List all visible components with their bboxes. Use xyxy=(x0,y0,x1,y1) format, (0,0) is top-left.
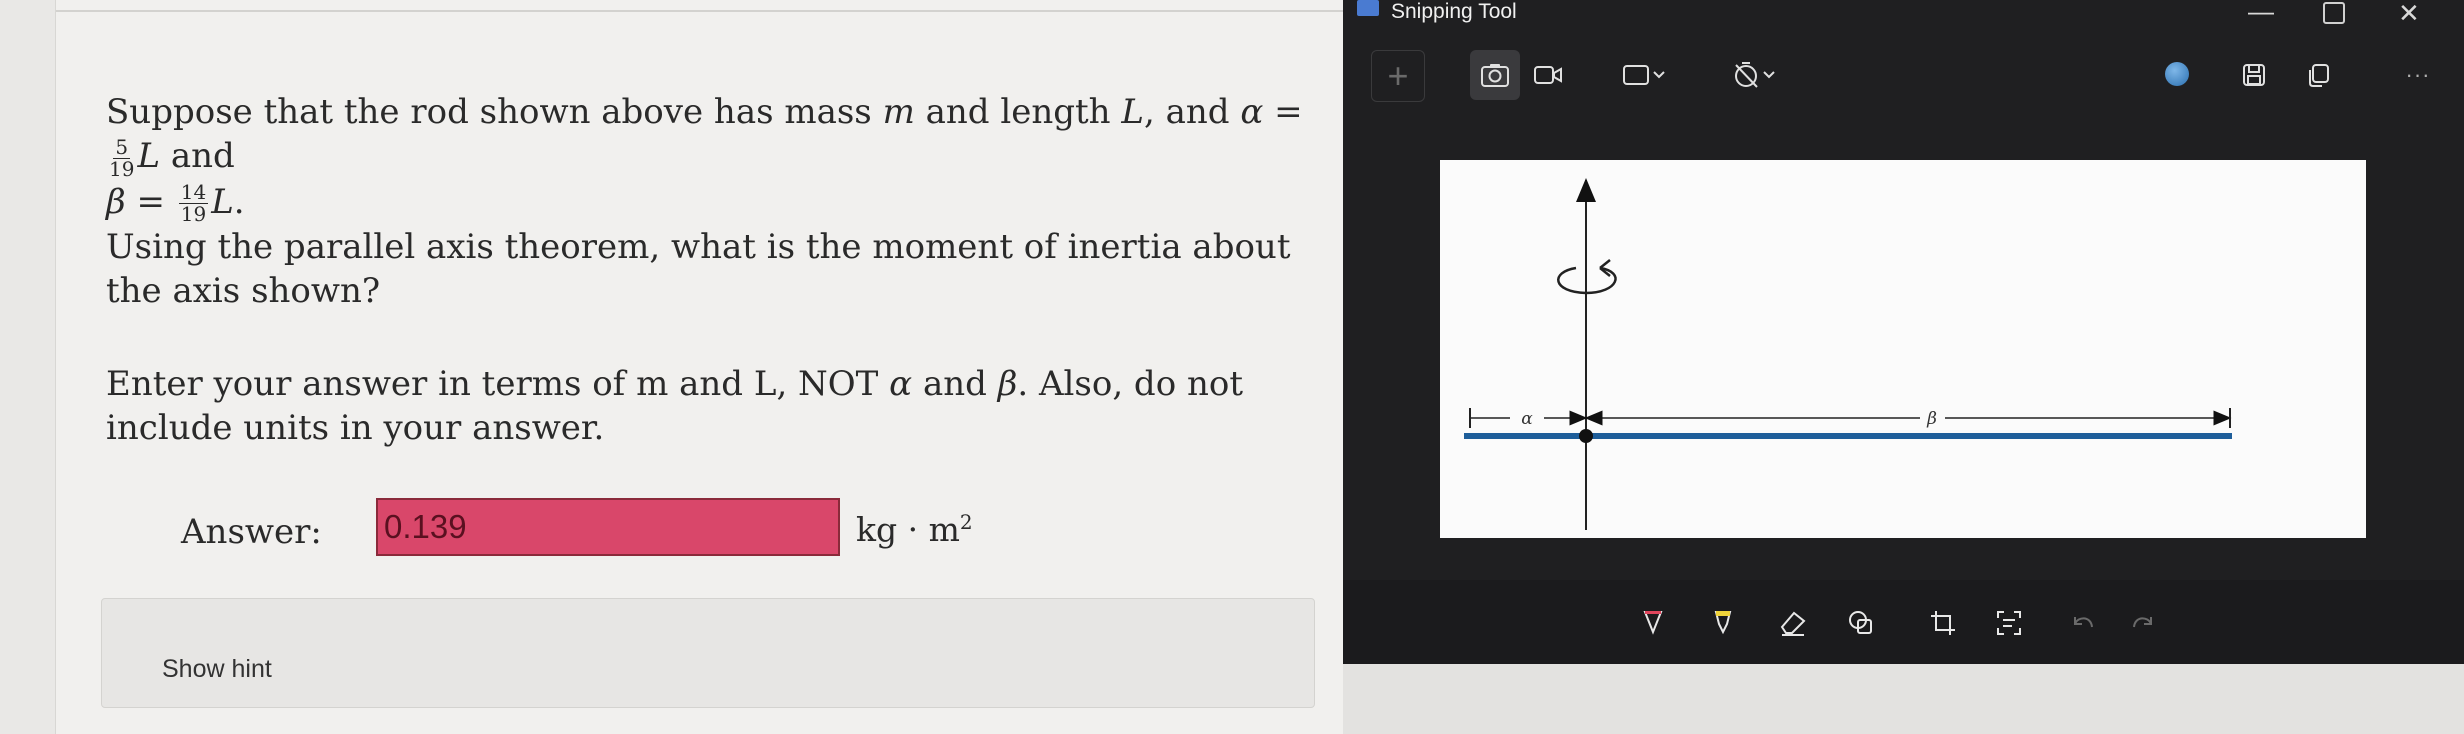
beta-fraction: 14 19 xyxy=(178,180,209,226)
text-actions-icon xyxy=(1997,611,2021,635)
unit-exponent: 2 xyxy=(959,510,973,534)
rod-diagram: α β xyxy=(1464,178,2232,530)
answer-label: Answer: xyxy=(181,512,322,552)
background-strip xyxy=(1343,664,2464,734)
ballpoint-pen-button[interactable] xyxy=(1633,603,1673,643)
fraction-numerator: 14 xyxy=(178,180,209,204)
math-equals: = xyxy=(1263,92,1303,132)
eraser-button[interactable] xyxy=(1773,603,1813,643)
math-L: L xyxy=(1121,92,1144,132)
question-text: Suppose that the rod shown above has mas… xyxy=(106,92,883,132)
math-beta: β xyxy=(106,181,126,222)
unit-text: kg · m xyxy=(856,510,960,549)
save-button[interactable] xyxy=(2229,50,2279,100)
more-options-button[interactable]: ··· xyxy=(2388,50,2448,100)
alpha-label: α xyxy=(1521,409,1533,429)
snipping-tool-window: Snipping Tool — ✕ + ··· α β xyxy=(1343,0,2464,664)
question-paragraph-2: Using the parallel axis theorem, what is… xyxy=(106,227,1291,311)
eraser-icon xyxy=(1780,611,1806,636)
crop-button[interactable] xyxy=(1923,603,1963,643)
redo-button[interactable] xyxy=(2123,603,2163,643)
quiz-panel: Suppose that the rod shown above has mas… xyxy=(55,0,1346,734)
question-text: Enter your answer in terms of m and L, N… xyxy=(106,364,890,404)
screenshot-mode-button[interactable] xyxy=(1470,50,1520,100)
show-hint-button[interactable]: Show hint xyxy=(162,655,272,684)
answer-input[interactable] xyxy=(376,498,840,556)
maximize-button[interactable] xyxy=(2323,2,2345,24)
fraction-denominator: 19 xyxy=(180,202,207,226)
unit-label: kg · m2 xyxy=(856,510,973,549)
alpha-fraction: 5 19 xyxy=(109,134,135,181)
question-text: and xyxy=(912,364,998,404)
math-beta: β xyxy=(997,364,1018,404)
record-mode-button[interactable] xyxy=(1523,50,1573,100)
text-actions-button[interactable] xyxy=(1989,603,2029,643)
question-paragraph-1: Suppose that the rod shown above has mas… xyxy=(106,90,1326,225)
snip-canvas-frame: α β xyxy=(1440,160,2366,538)
shapes-button[interactable] xyxy=(1841,603,1881,643)
snipping-tool-app-icon xyxy=(1357,0,1379,16)
hint-box: Show hint xyxy=(101,598,1315,708)
beta-label: β xyxy=(1926,409,1937,429)
question-paragraph-3: Enter your answer in terms of m and L, N… xyxy=(106,362,1346,450)
math-m: m xyxy=(882,92,915,132)
fraction-denominator: 19 xyxy=(109,156,135,181)
math-equals: = xyxy=(125,181,176,222)
highlighter-button[interactable] xyxy=(1703,603,1743,643)
close-button[interactable]: ✕ xyxy=(2398,0,2420,29)
markup-toolbar xyxy=(1343,580,2464,664)
math-L: L xyxy=(211,181,234,222)
question-text: , and xyxy=(1143,92,1241,132)
pivot-point xyxy=(1579,429,1593,443)
window-title: Snipping Tool xyxy=(1391,0,1517,23)
globe-icon[interactable] xyxy=(2165,62,2189,86)
divider xyxy=(56,10,1346,12)
video-camera-icon xyxy=(1534,66,1562,84)
save-icon xyxy=(2243,64,2265,86)
shapes-icon xyxy=(1849,611,1872,634)
question-text: . xyxy=(233,181,245,222)
camera-icon xyxy=(1481,64,1509,87)
rectangle-snip-icon xyxy=(1623,65,1665,85)
math-alpha: α xyxy=(1240,92,1264,132)
math-alpha: α xyxy=(889,364,913,404)
fraction-numerator: 5 xyxy=(113,134,131,159)
snip-canvas[interactable]: α β xyxy=(1440,160,2366,538)
question-text: and xyxy=(160,136,235,176)
crop-icon xyxy=(1931,611,1955,635)
minimize-button[interactable]: — xyxy=(2248,0,2274,27)
copy-button[interactable] xyxy=(2293,50,2343,100)
highlighter-icon xyxy=(1714,611,1732,635)
new-snip-button[interactable]: + xyxy=(1371,50,1425,102)
delay-timer-dropdown[interactable] xyxy=(1723,50,1787,100)
pen-icon xyxy=(1643,611,1663,635)
copy-icon xyxy=(2309,64,2329,87)
undo-icon xyxy=(2074,617,2093,628)
redo-icon xyxy=(2133,617,2152,628)
question-text: and length xyxy=(914,92,1122,132)
math-L: L xyxy=(137,136,161,176)
snip-shape-dropdown[interactable] xyxy=(1613,50,1677,100)
undo-button[interactable] xyxy=(2063,603,2103,643)
timer-off-icon xyxy=(1735,62,1775,88)
